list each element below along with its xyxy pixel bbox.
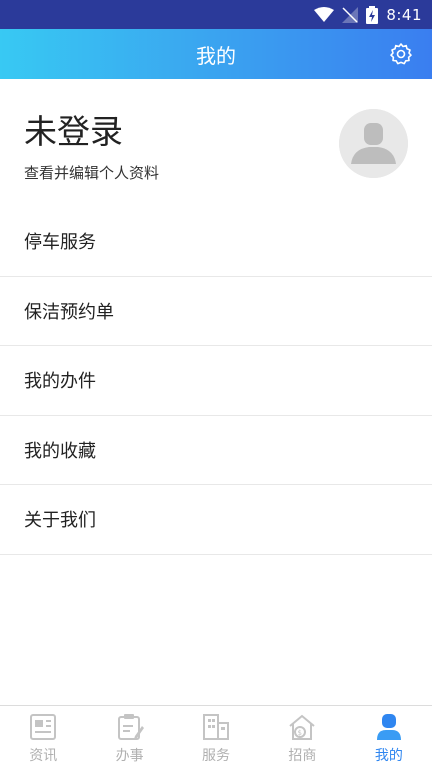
menu-item-label: 保洁预约单 bbox=[24, 301, 114, 323]
menu-item-favorites[interactable]: 我的收藏 bbox=[0, 416, 432, 485]
profile-icon bbox=[374, 712, 404, 742]
battery-charging-icon bbox=[366, 5, 379, 24]
menu-list: 停车服务 保洁预约单 我的办件 我的收藏 关于我们 bbox=[0, 207, 432, 555]
menu-item-about-us[interactable]: 关于我们 bbox=[0, 485, 432, 555]
profile-subtitle: 查看并编辑个人资料 bbox=[24, 164, 160, 182]
tab-label: 办事 bbox=[115, 748, 144, 764]
building-icon bbox=[201, 712, 231, 742]
no-signal-icon bbox=[342, 6, 359, 23]
settings-button[interactable] bbox=[388, 41, 414, 67]
investment-icon: $ bbox=[287, 712, 317, 742]
menu-item-cleaning-booking[interactable]: 保洁预约单 bbox=[0, 277, 432, 346]
app-header: 我的 bbox=[0, 29, 432, 79]
tab-label: 招商 bbox=[288, 748, 317, 764]
tab-investment[interactable]: $ 招商 bbox=[259, 706, 345, 768]
gear-icon bbox=[390, 43, 412, 65]
tab-profile[interactable]: 我的 bbox=[346, 706, 432, 768]
menu-item-my-tasks[interactable]: 我的办件 bbox=[0, 346, 432, 416]
tab-tasks[interactable]: 办事 bbox=[86, 706, 172, 768]
page-title: 我的 bbox=[196, 43, 236, 68]
menu-item-label: 停车服务 bbox=[24, 232, 96, 254]
status-bar: 8:41 bbox=[0, 0, 432, 29]
avatar[interactable] bbox=[339, 109, 408, 178]
wifi-icon bbox=[314, 6, 335, 23]
tab-news[interactable]: 资讯 bbox=[0, 706, 86, 768]
news-icon bbox=[28, 712, 58, 742]
tab-label: 资讯 bbox=[29, 748, 58, 764]
menu-item-label: 我的收藏 bbox=[24, 440, 96, 462]
status-time: 8:41 bbox=[386, 5, 422, 24]
tab-label: 服务 bbox=[202, 748, 231, 764]
menu-item-label: 关于我们 bbox=[24, 510, 96, 532]
profile-card[interactable]: 未登录 查看并编辑个人资料 bbox=[0, 79, 432, 207]
svg-text:$: $ bbox=[298, 729, 302, 737]
profile-name: 未登录 bbox=[24, 112, 123, 151]
tab-label: 我的 bbox=[374, 748, 403, 764]
user-placeholder-icon bbox=[339, 109, 408, 178]
menu-item-label: 我的办件 bbox=[24, 371, 96, 393]
tab-services[interactable]: 服务 bbox=[173, 706, 259, 768]
menu-item-parking[interactable]: 停车服务 bbox=[0, 207, 432, 277]
task-icon bbox=[115, 712, 145, 742]
bottom-tab-bar: 资讯 办事 服务 $ 招商 我的 bbox=[0, 705, 432, 768]
